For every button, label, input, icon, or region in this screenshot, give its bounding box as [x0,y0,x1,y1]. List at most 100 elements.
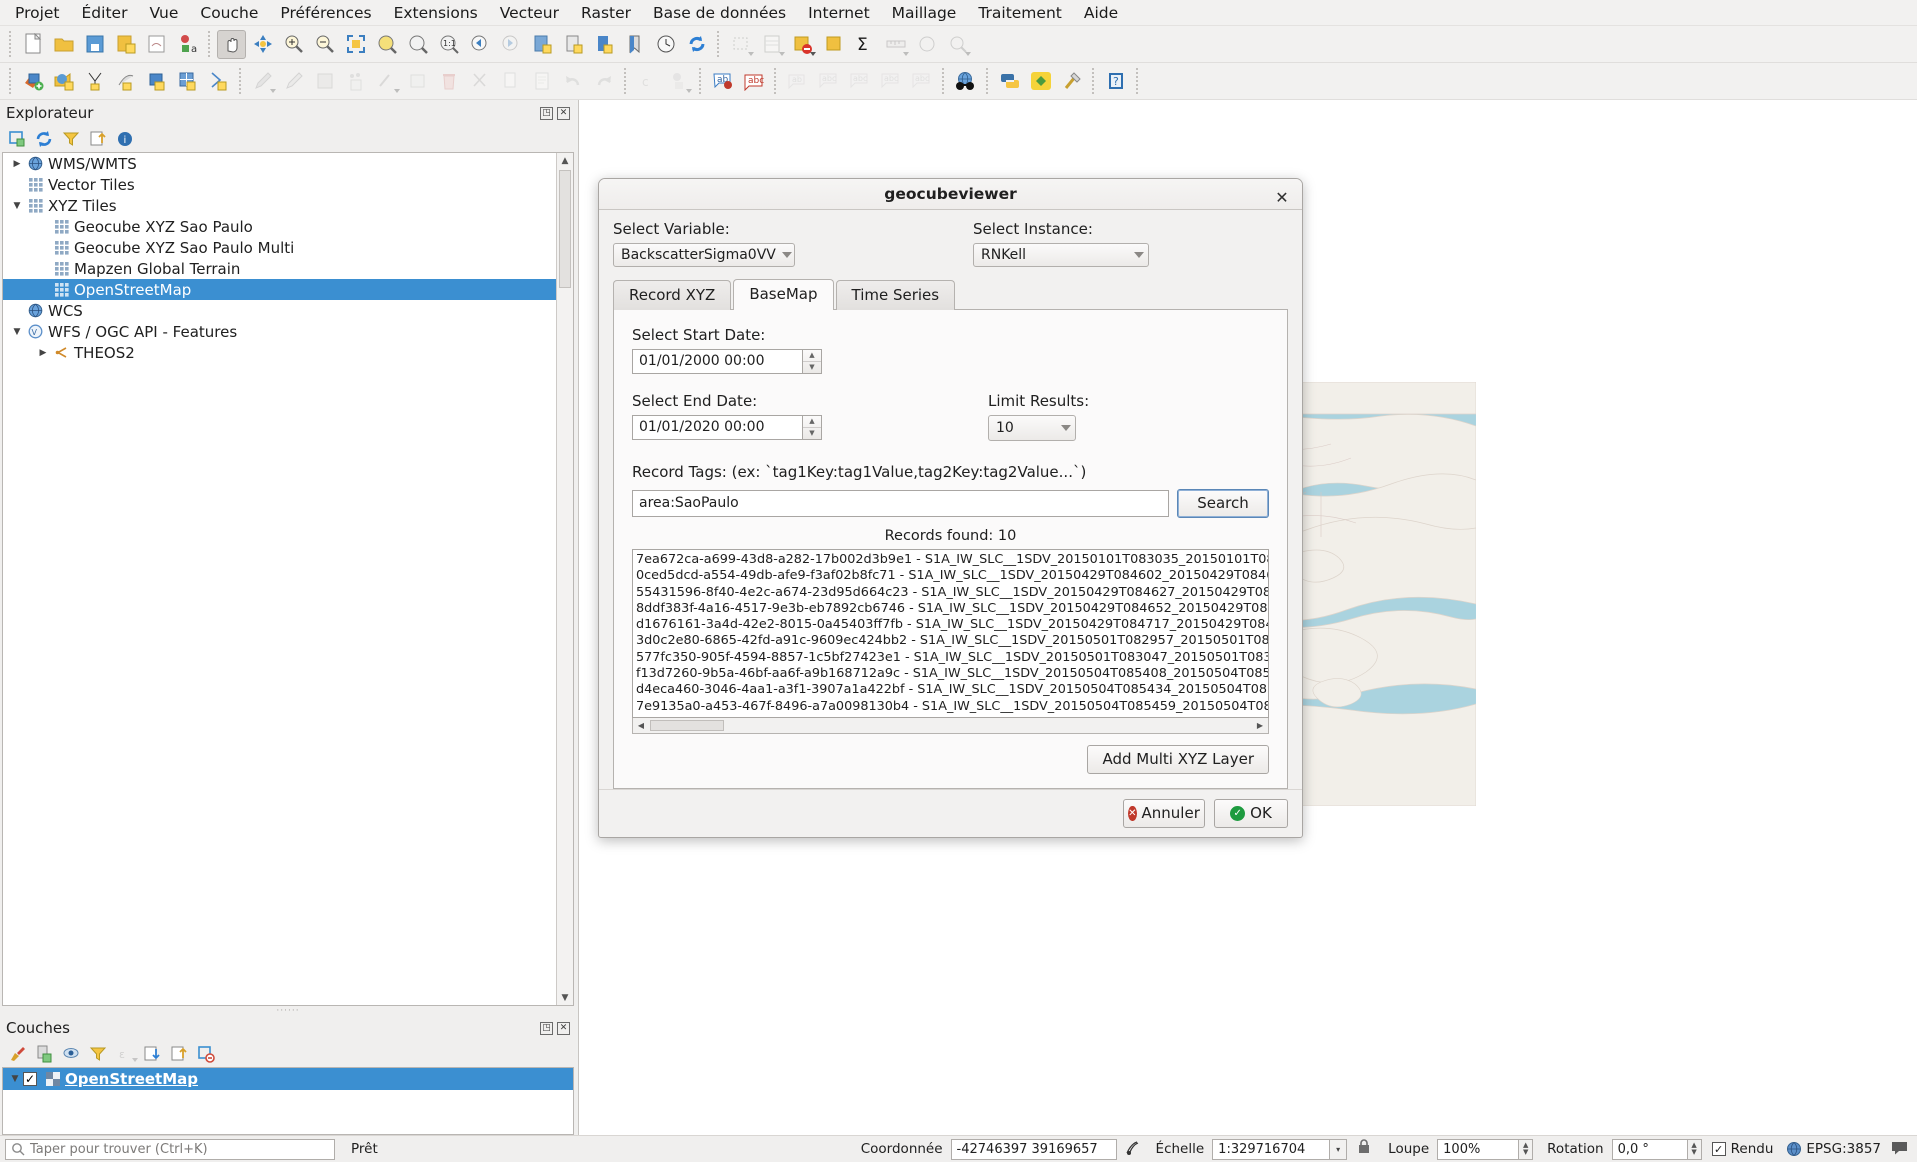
tab-time-series[interactable]: Time Series [835,279,956,310]
zoom-last-icon[interactable] [465,30,494,59]
record-list-item[interactable]: d4eca460-3046-4aa1-a3f1-3907a1a422bf - S… [636,682,1268,698]
clock-icon[interactable] [651,30,680,59]
add-delimited-text-icon[interactable] [80,67,109,96]
map-tips-icon[interactable] [912,30,941,59]
chevron-down-icon[interactable]: ▼ [9,201,25,211]
chevron-right-icon[interactable]: ▶ [9,159,25,169]
stepper-up-icon[interactable]: ▲ [803,416,821,428]
add-group-icon[interactable] [32,1043,56,1065]
scroll-right-icon[interactable]: ▶ [1252,721,1268,730]
scale-value[interactable]: 1:329716704 [1212,1138,1331,1160]
menu-item-editer[interactable]: Éditer [71,2,139,24]
open-attribute-table-icon[interactable] [757,30,786,59]
rotate-label-icon[interactable]: abc [876,67,905,96]
start-date-stepper[interactable]: ▲ ▼ [803,348,822,374]
add-point-feature-icon[interactable] [341,67,370,96]
collapse-all-icon[interactable] [167,1043,191,1065]
record-list-item[interactable]: f13d7260-9b5a-46bf-aa6f-a9b168712a9c - S… [636,666,1268,682]
rotation-spinner[interactable]: 0,0 ° ▲ ▼ [1611,1138,1702,1160]
scale-dropdown-icon[interactable]: ▾ [1330,1138,1348,1160]
zoom-in-icon[interactable] [279,30,308,59]
explorer-tree-item[interactable]: ▶ WMS/WMTS [3,153,556,174]
zoom-native-icon[interactable]: 1:1 [434,30,463,59]
collapse-all-icon[interactable] [86,128,110,150]
message-log-icon[interactable] [1891,1140,1908,1159]
filter-expression-icon[interactable]: ε [113,1043,138,1065]
zoom-next-icon[interactable] [496,30,525,59]
magnifier-spinner[interactable]: 100% ▲ ▼ [1437,1138,1534,1160]
identify-results-icon[interactable] [943,30,972,59]
add-vector-layer-icon[interactable] [18,67,47,96]
show-hide-labels-icon[interactable]: abc [814,67,843,96]
field-calculator-icon[interactable] [819,30,848,59]
panel-splitter[interactable]: ······ [0,1006,576,1016]
record-list-item[interactable]: 0ced5dcd-a554-49db-afe9-f3af02b8fc71 - S… [636,568,1268,584]
new-3d-map-view-icon[interactable] [558,30,587,59]
menu-item-extensions[interactable]: Extensions [383,2,489,24]
locator-search-input[interactable]: Taper pour trouver (Ctrl+K) [5,1138,335,1160]
menu-item-preferences[interactable]: Préférences [269,2,382,24]
properties-info-icon[interactable]: i [113,128,137,150]
search-button[interactable]: Search [1177,488,1269,518]
bookmark-icon[interactable] [620,30,649,59]
menu-item-couche[interactable]: Couche [189,2,269,24]
explorer-tree-item[interactable]: OpenStreetMap [3,279,556,300]
ok-button[interactable]: ✓ OK [1214,798,1288,828]
magnifier-value[interactable]: 100% [1437,1138,1520,1160]
cancel-button[interactable]: ✕ Annuler [1123,798,1205,828]
help-icon[interactable]: ? [1101,67,1130,96]
explorer-tree-item[interactable]: Mapzen Global Terrain [3,258,556,279]
close-icon[interactable]: ✕ [557,106,570,120]
metasearch-icon[interactable] [951,67,980,96]
style-manager-icon[interactable]: a [173,30,202,59]
end-date-input[interactable]: 01/01/2020 00:00 ▲ ▼ [632,414,822,440]
menu-item-vue[interactable]: Vue [138,2,189,24]
move-label-icon[interactable]: abc [845,67,874,96]
stepper-down-icon[interactable]: ▼ [803,428,821,439]
chevron-down-icon[interactable]: ▼ [9,327,25,337]
refresh-layer-icon[interactable] [589,30,618,59]
menu-item-vecteur[interactable]: Vecteur [489,2,570,24]
open-layer-styling-icon[interactable] [5,1043,29,1065]
pin-labels-icon[interactable]: ab [783,67,812,96]
chevron-right-icon[interactable]: ▶ [35,348,51,358]
add-mesh-layer-icon[interactable] [111,67,140,96]
record-list-item[interactable]: 3d0c2e80-6865-42fd-a91c-9609ec424bb2 - S… [636,633,1268,649]
close-icon[interactable]: ✕ [557,1021,570,1035]
python-console-icon[interactable] [995,67,1024,96]
new-project-icon[interactable] [18,30,47,59]
stepper-down-icon[interactable]: ▼ [1523,1149,1528,1156]
deselect-features-icon[interactable] [788,30,817,59]
save-project-as-icon[interactable] [111,30,140,59]
refresh-icon[interactable] [682,30,711,59]
layer-visibility-checkbox[interactable]: ✓ [23,1072,37,1086]
menu-item-raster[interactable]: Raster [570,2,642,24]
stepper-up-icon[interactable]: ▲ [803,350,821,362]
explorer-tree[interactable]: ▶ WMS/WMTS Vector Tiles ▼ XYZ Tiles Geocube X… [2,152,574,1006]
record-list-item[interactable]: 55431596-8f40-4e2c-a674-23d95d664c23 - S… [636,585,1268,601]
record-list-item[interactable]: d1676161-3a4d-42e2-8015-0a45403ff7fb - S… [636,617,1268,633]
plugin-manager-icon[interactable] [1026,67,1055,96]
rotation-value[interactable]: 0,0 ° [1611,1138,1688,1160]
render-toggle[interactable]: ✓ Rendu [1711,1141,1773,1157]
explorer-tree-item[interactable]: WCS [3,300,556,321]
menu-item-aide[interactable]: Aide [1073,2,1129,24]
filter-legend-icon[interactable] [86,1043,110,1065]
crs-selector[interactable]: EPSG:3857 [1786,1141,1881,1157]
lock-icon[interactable] [1357,1139,1371,1159]
filter-icon[interactable] [59,128,83,150]
add-multi-xyz-layer-button[interactable]: Add Multi XYZ Layer [1087,744,1269,774]
stepper-down-icon[interactable]: ▼ [803,362,821,373]
menu-item-maillage[interactable]: Maillage [881,2,968,24]
select-instance-combo[interactable]: RNKell [973,242,1149,267]
coordinate-value[interactable]: -42746397 39169657 [950,1138,1117,1160]
add-wms-layer-icon[interactable] [204,67,233,96]
expand-all-icon[interactable] [140,1043,164,1065]
add-postgis-layer-icon[interactable] [142,67,171,96]
layer-tree-row[interactable]: ▼ ✓ OpenStreetMap [3,1068,573,1090]
explorer-tree-item[interactable]: ▼ XYZ Tiles [3,195,556,216]
select-features-icon[interactable] [726,30,755,59]
add-layer-icon[interactable] [5,128,29,150]
scroll-left-icon[interactable]: ◀ [633,721,649,730]
hscroll-thumb[interactable] [650,719,724,731]
